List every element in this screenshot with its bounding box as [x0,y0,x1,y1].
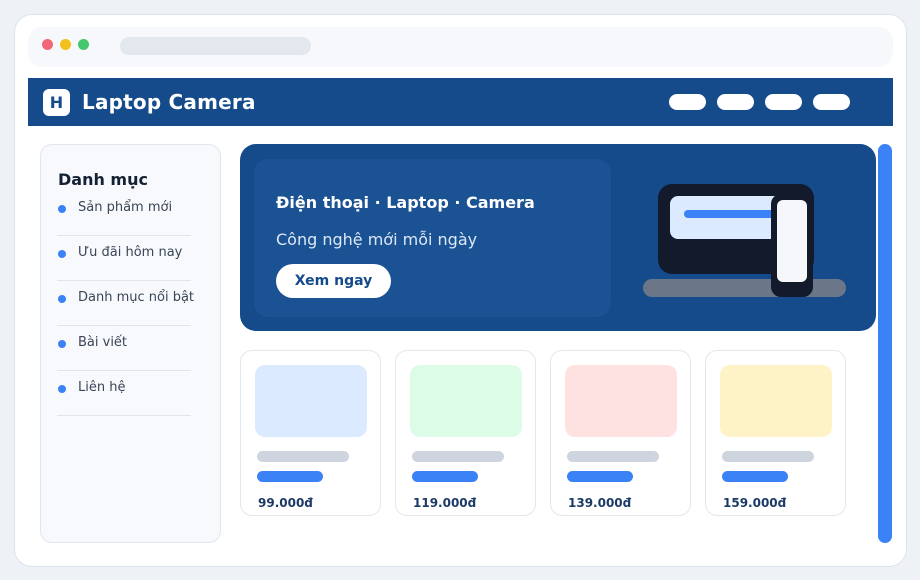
product-thumbnail[interactable] [255,365,367,437]
nav-item-4[interactable] [813,94,850,110]
product-price: 119.000đ [413,496,477,510]
window-minimize-button[interactable] [60,39,71,50]
product-card-3[interactable]: 139.000đ [550,350,691,516]
product-thumbnail[interactable] [410,365,522,437]
bullet-icon [58,385,66,393]
product-tag-placeholder [412,471,478,482]
product-thumbnail[interactable] [720,365,832,437]
product-card-2[interactable]: 119.000đ [395,350,536,516]
sidebar-item-todays-deals[interactable]: Ưu đãi hôm nay [57,243,191,281]
bullet-icon [58,295,66,303]
sidebar-item-new-products[interactable]: Sản phẩm mới [57,198,191,236]
hero-subtitle: Công nghệ mới mỗi ngày [276,230,478,249]
product-tag-placeholder [722,471,788,482]
brand-name[interactable]: Laptop Camera [82,90,256,114]
product-title-placeholder [722,451,814,462]
sidebar-item-contact[interactable]: Liên hệ [57,378,191,416]
sidebar-item-label: Sản phẩm mới [78,200,173,215]
product-title-placeholder [412,451,504,462]
brand-logo-icon[interactable]: H [43,89,70,116]
product-title-placeholder [567,451,659,462]
nav-item-2[interactable] [717,94,754,110]
window-close-button[interactable] [42,39,53,50]
laptop-phone-illustration-icon [643,184,846,297]
page-scrollbar[interactable] [878,144,892,543]
product-price: 139.000đ [568,496,632,510]
sidebar-item-articles[interactable]: Bài viết [57,333,191,371]
product-price: 159.000đ [723,496,787,510]
product-price: 99.000đ [258,496,313,510]
view-now-button[interactable]: Xem ngay [276,264,391,298]
bullet-icon [58,250,66,258]
sidebar-item-featured-categories[interactable]: Danh mục nổi bật [57,288,195,326]
nav-item-3[interactable] [765,94,802,110]
bullet-icon [58,340,66,348]
product-tag-placeholder [257,471,323,482]
sidebar-item-label: Danh mục nổi bật [78,290,195,305]
product-thumbnail[interactable] [565,365,677,437]
hero-title: Điện thoại · Laptop · Camera [276,193,535,212]
sidebar-item-label: Ưu đãi hôm nay [78,245,183,260]
product-card-1[interactable]: 99.000đ [240,350,381,516]
product-title-placeholder [257,451,349,462]
sidebar-item-label: Bài viết [78,335,128,350]
window-maximize-button[interactable] [78,39,89,50]
nav-item-1[interactable] [669,94,706,110]
product-card-4[interactable]: 159.000đ [705,350,846,516]
sidebar-item-label: Liên hệ [78,380,126,395]
bullet-icon [58,205,66,213]
product-tag-placeholder [567,471,633,482]
sidebar-title: Danh mục [58,170,148,189]
address-bar[interactable] [120,37,311,55]
